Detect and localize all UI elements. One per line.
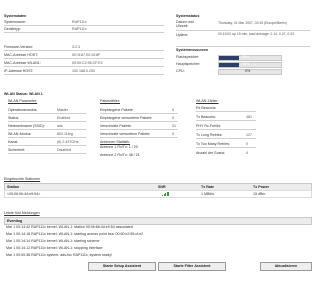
col-txrate: Tx Rate (201, 185, 214, 189)
uptime-label: Uptime: (176, 33, 189, 37)
flash-bar (218, 55, 282, 61)
log-entry: Mar 1 00:14:14 RAP111x kernel: WLAN-1: s… (6, 239, 100, 243)
col-eventlog: Eventlog (7, 219, 23, 223)
log-header: Eventlog (4, 217, 312, 225)
cpu-label: CPU: (176, 69, 185, 73)
filter-assistant-button[interactable]: Starte Filter Assistent (158, 262, 226, 271)
rx-packets-value: 5 (172, 108, 174, 112)
tx-beacons-value: 481 (246, 115, 252, 119)
firmware-value: 3.2.3 (72, 45, 80, 49)
col-snr: SNR (158, 185, 166, 189)
rx-dropped-value: 0 (172, 116, 174, 120)
datetime-label: Datum und Uhrzeit: (176, 20, 194, 29)
scans-label: Anzahl der Scans: (196, 151, 226, 155)
device-type-value: RAP111x (72, 27, 87, 31)
station-txrate: 1 MBit/s (201, 191, 214, 196)
tx-dropped-label: Verschickte verworfene Pakete: (100, 132, 151, 136)
scans-value: 4 (246, 151, 248, 155)
antenna-title: Antennen Statistik: (100, 140, 130, 144)
wlan-title: WLAN Status: WLAN 1 (4, 92, 43, 96)
wlan-mode-value: 802.11b/g (57, 132, 73, 136)
datetime-value: Thursday, 01 Mar 2007, 00:15 (Europe/Ber… (218, 21, 287, 25)
wlan-params-title: WLAN Parameter: (8, 99, 38, 103)
resources-title: Systemressourcen (176, 48, 209, 52)
system-name-value: RAP111x (72, 20, 87, 24)
mode-label: Operationsmodus: (8, 108, 38, 112)
status-title: Systemstatus (176, 14, 200, 18)
log-entry: Mar 1 00:14:12 RAP111x kernel: WLAN-1: s… (6, 246, 103, 250)
long-retries-label: Tx Long Retries: (196, 133, 223, 137)
ram-label: Hauptspeicher: (176, 62, 201, 66)
mac-host-label: MAC-Adresse HOST: (4, 53, 38, 57)
phy-errors-label: PHY Rx-Fehler: (196, 124, 222, 128)
channel-value: (6) 2.437GHz (57, 140, 79, 144)
mode-value: Master (57, 108, 68, 112)
mac-wlan-label: MAC-Adresse WLAN1: (4, 61, 41, 65)
system-title: Systemdaten (4, 14, 27, 18)
mac-wlan-value: 00:00:C2:95:CF:E2 (72, 61, 103, 65)
antenna-2: Antenne 2 Rx/Tx: 48 / 21 (100, 153, 140, 157)
col-station: Station (7, 185, 20, 189)
cpu-text: 0% (245, 69, 251, 73)
log-entry: Mar 1 00:14:18 RAP111x kernel: WLAN-1: s… (6, 232, 144, 236)
refresh-button[interactable]: Aktualisieren (260, 262, 312, 271)
flash-text: 33% (242, 55, 250, 59)
firmware-label: Firmware-Version: (4, 45, 34, 49)
ip-host-label: IP-Adresse HOST: (4, 69, 34, 73)
device-type-label: Gerätetyp: (4, 27, 21, 31)
security-label: Sicherheit: (8, 148, 25, 152)
long-retries-value: 127 (246, 133, 252, 137)
col-txpower: Tx Power (253, 185, 269, 189)
log-entry: Mar 1 00:14:42 RAP111x kernel: WLAN-1: s… (6, 225, 133, 229)
rx-packets-label: Empfangene Pakete: (100, 108, 134, 112)
packets-title: Paketzähler: (100, 99, 120, 103)
channel-label: Kanal: (8, 140, 19, 144)
ram-text: 33% (242, 62, 250, 66)
tx-packets-label: Verschickte Pakete: (100, 124, 132, 128)
wlan-status-value: Enabled (57, 116, 71, 120)
mac-host-value: 00:1f:87:00:15:8F (72, 53, 101, 57)
tx-packets-value: 31 (172, 124, 176, 128)
counters-title: WLAN Zähler: (196, 99, 219, 103)
uptime-value: 00:15:00 up 15 min, load average: 0.14, … (218, 32, 294, 36)
rx-beacons-label: Rx Beacons: (196, 106, 217, 110)
log-entry: Mar 1 00:00:38 RAP111x system: ads-foc R… (6, 253, 112, 257)
ssid-value: ads (57, 124, 63, 128)
station-mac: <00:06:0b:44:e9:54> (7, 191, 41, 196)
ssid-label: Netzwerkname (SSID): (8, 124, 45, 128)
ram-bar (218, 62, 282, 68)
system-name-label: Systemname: (4, 20, 26, 24)
log-title: Letzte fünf Meldungen (4, 211, 40, 215)
flash-label: Flashspeicher: (176, 55, 200, 59)
table-row: <00:06:0b:44:e9:54> 1 MBit/s 15 dBm (4, 190, 312, 198)
antenna-1: Antenne 1 Rx/Tx: 1 / 20 (100, 145, 138, 149)
ip-host-value: 192.168.0.253 (72, 69, 95, 73)
wlan-mode-label: WLAN-Modus: (8, 132, 32, 136)
setup-assistant-button[interactable]: Starte Setup Assistent (88, 262, 156, 271)
security-value: Disabled (57, 148, 71, 152)
station-txpower: 15 dBm (253, 191, 266, 196)
stations-title: Eingebuchte Stationen (4, 177, 41, 181)
too-many-retries-value: 0 (246, 142, 248, 146)
signal-bars-icon (162, 191, 170, 196)
too-many-retries-label: Tx Too Many Retries: (196, 142, 230, 146)
rx-dropped-label: Empfangene verworfene Pakete: (100, 116, 153, 120)
tx-dropped-value: 0 (172, 132, 174, 136)
wlan-status-label: Status: (8, 116, 20, 120)
tx-beacons-label: Tx Beacons: (196, 115, 216, 119)
